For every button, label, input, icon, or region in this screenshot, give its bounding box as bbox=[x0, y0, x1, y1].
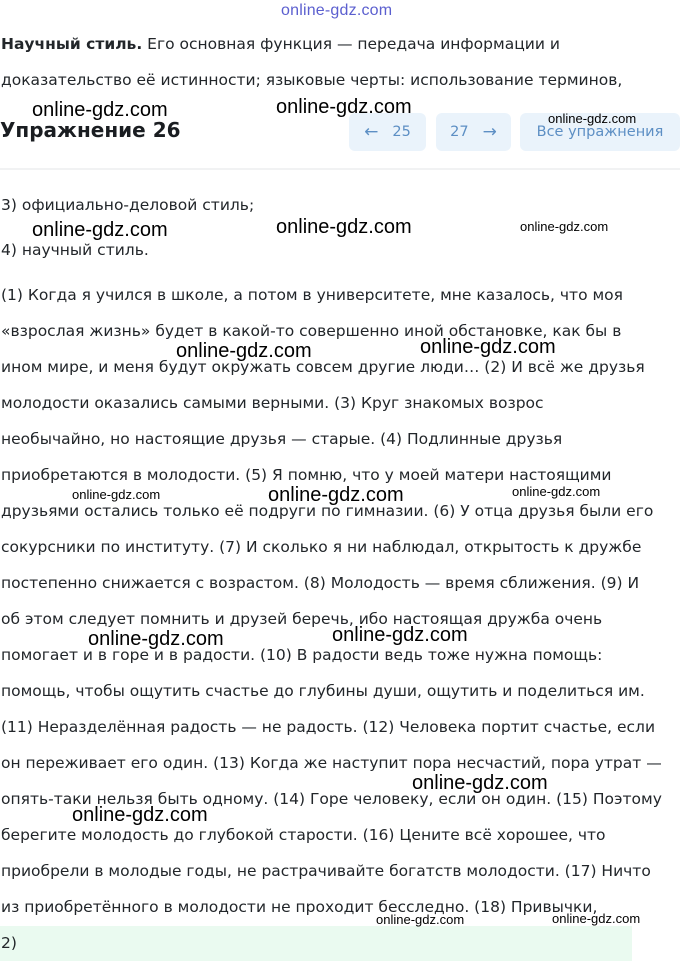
watermark: online-gdz.com bbox=[412, 772, 548, 794]
next-exercise-label: 27 bbox=[450, 124, 469, 140]
watermark: online-gdz.com bbox=[332, 624, 468, 646]
text-line: берегите молодость до глубокой старости.… bbox=[1, 826, 606, 844]
text-line: необычайно, но настоящие друзья — старые… bbox=[1, 430, 563, 448]
intro-line-2: доказательство её истинности; языковые ч… bbox=[1, 71, 623, 89]
watermark: online-gdz.com bbox=[548, 111, 637, 126]
watermark: online-gdz.com bbox=[276, 216, 412, 238]
text-line: приобрели в молодые годы, не растрачивай… bbox=[1, 862, 651, 880]
answer-box bbox=[0, 926, 632, 961]
answer-text: 2) bbox=[1, 934, 17, 952]
watermark: online-gdz.com bbox=[512, 484, 601, 499]
watermark: online-gdz.com bbox=[72, 804, 208, 826]
intro-line-1-rest: Его основная функция — передача информац… bbox=[142, 35, 560, 53]
watermark: online-gdz.com bbox=[376, 912, 465, 927]
watermark: online-gdz.com bbox=[88, 628, 224, 650]
watermark: online-gdz.com bbox=[420, 336, 556, 358]
text-line: (1) Когда я учился в школе, а потом в ун… bbox=[1, 286, 623, 304]
watermark: online-gdz.com bbox=[32, 99, 168, 121]
top-watermark: online-gdz.com bbox=[281, 2, 393, 19]
option-4: 4) научный стиль. bbox=[1, 241, 149, 259]
prev-exercise-label: 25 bbox=[392, 124, 411, 140]
text-line: (11) Неразделённая радость — не радость.… bbox=[1, 718, 656, 736]
text-line: сокурсники по институту. (7) И сколько я… bbox=[1, 538, 642, 556]
intro-bold: Научный стиль. bbox=[1, 35, 143, 53]
intro-line-1: Научный стиль. Его основная функция — пе… bbox=[1, 34, 560, 54]
text-line: об этом следует помнить и друзей беречь,… bbox=[1, 610, 603, 628]
watermark: online-gdz.com bbox=[176, 340, 312, 362]
text-line: из приобретённого в молодости не проходи… bbox=[1, 898, 598, 916]
text-line: он переживает его один. (13) Когда же на… bbox=[1, 754, 662, 772]
watermark: online-gdz.com bbox=[268, 484, 404, 506]
arrow-right-icon: → bbox=[482, 122, 497, 142]
arrow-left-icon: ← bbox=[364, 122, 379, 142]
text-line: приобретаются в молодости. (5) Я помню, … bbox=[1, 466, 612, 484]
all-exercises-label: Все упражнения bbox=[536, 124, 664, 140]
text-line: молодости оказались самыми верными. (3) … bbox=[1, 394, 544, 412]
watermark: online-gdz.com bbox=[72, 487, 161, 502]
watermark: online-gdz.com bbox=[552, 911, 641, 926]
header-divider bbox=[0, 168, 680, 170]
text-line: ином мире, и меня будут окружать совсем … bbox=[1, 358, 645, 376]
text-line: постепенно снижается с возрастом. (8) Мо… bbox=[1, 574, 640, 592]
watermark: online-gdz.com bbox=[276, 96, 412, 118]
next-exercise-button[interactable]: 27 → bbox=[436, 113, 511, 151]
option-3: 3) официально-деловой стиль; bbox=[1, 196, 255, 214]
text-line: помощь, чтобы ощутить счастье до глубины… bbox=[1, 682, 645, 700]
watermark: online-gdz.com bbox=[32, 219, 168, 241]
watermark: online-gdz.com bbox=[520, 219, 609, 234]
